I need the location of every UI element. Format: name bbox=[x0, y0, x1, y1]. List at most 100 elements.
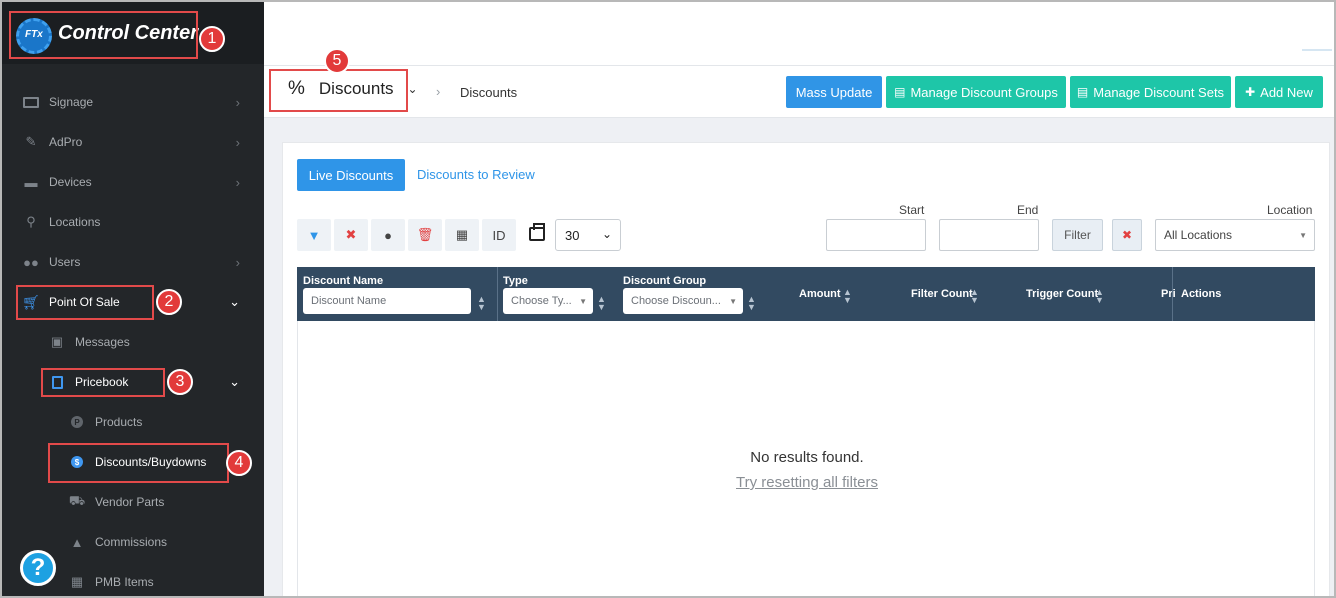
sidebar-item-label: AdPro bbox=[49, 135, 83, 149]
annotation-badge-3: 3 bbox=[167, 369, 193, 395]
discount-name-filter-input[interactable]: Discount Name bbox=[303, 288, 471, 314]
sort-icon[interactable]: ▲ ▼ bbox=[970, 288, 979, 305]
manage-discount-groups-button[interactable]: ▤ Manage Discount Groups bbox=[886, 76, 1066, 108]
sidebar-item-products[interactable]: P Products bbox=[2, 402, 264, 442]
add-new-button[interactable]: ✚ Add New bbox=[1235, 76, 1323, 108]
chevron-right-icon: › bbox=[235, 94, 240, 110]
help-button[interactable]: ? bbox=[20, 550, 56, 586]
page-size-select[interactable]: 30 ⌄ bbox=[555, 219, 621, 251]
chevron-down-icon: ⌄ bbox=[229, 294, 240, 309]
sidebar-item-label: Point Of Sale bbox=[49, 295, 120, 309]
manage-discount-groups-label: Manage Discount Groups bbox=[910, 84, 1058, 100]
caret-down-icon: ▼ bbox=[579, 297, 587, 306]
sort-icon[interactable]: ▲ ▼ bbox=[747, 295, 756, 312]
sidebar-item-label: Pricebook bbox=[75, 375, 129, 389]
end-date-input[interactable] bbox=[939, 219, 1039, 251]
logo-gear-icon: FTx bbox=[16, 18, 52, 54]
type-filter-value: Choose Ty... bbox=[511, 295, 572, 307]
sidebar-item-vendor-parts[interactable]: ⛟ Vendor Parts bbox=[2, 482, 264, 522]
users-icon: ●● bbox=[23, 254, 39, 270]
sidebar-item-label: Locations bbox=[49, 215, 101, 229]
page-header: % Discounts ⌄ › Discounts Mass Update ▤ … bbox=[264, 66, 1334, 118]
sidebar: FTx Control Center Signage › ✎ AdPro › ▬… bbox=[2, 2, 264, 596]
end-label: End bbox=[1017, 203, 1039, 217]
sidebar-item-messages[interactable]: ▣ Messages bbox=[2, 322, 264, 362]
print-icon[interactable] bbox=[529, 223, 545, 241]
page-size-value: 30 bbox=[565, 227, 580, 243]
sidebar-item-label: Products bbox=[95, 415, 143, 429]
location-select-value: All Locations bbox=[1164, 228, 1233, 242]
sidebar-item-users[interactable]: ●● Users › bbox=[2, 242, 264, 282]
add-new-label: Add New bbox=[1260, 84, 1313, 100]
filter-icon[interactable]: ▼ bbox=[297, 219, 331, 251]
clear-date-button[interactable]: ✖ bbox=[1112, 219, 1142, 251]
sidebar-item-adpro[interactable]: ✎ AdPro › bbox=[2, 122, 264, 162]
chevron-right-icon: › bbox=[235, 134, 240, 150]
location-label: Location bbox=[1267, 203, 1313, 217]
sidebar-item-point-of-sale[interactable]: 🛒︎ Point Of Sale ⌄ bbox=[2, 282, 264, 322]
chevron-down-icon: ⌄ bbox=[407, 82, 418, 96]
sort-icon[interactable]: ▲ ▼ bbox=[477, 295, 486, 312]
breadcrumb-separator-icon: › bbox=[436, 84, 441, 99]
list-icon: ▤ bbox=[894, 85, 906, 99]
start-label: Start bbox=[899, 203, 925, 217]
tab-live-discounts[interactable]: Live Discounts bbox=[297, 159, 405, 191]
sort-icon[interactable]: ▲ ▼ bbox=[1095, 288, 1104, 305]
filter-button[interactable]: Filter bbox=[1052, 219, 1103, 251]
brush-icon: ✎ bbox=[25, 134, 37, 149]
cart-icon: 🛒︎ bbox=[22, 293, 40, 310]
sidebar-item-discounts-buydowns[interactable]: $ Discounts/Buydowns bbox=[2, 442, 264, 482]
sidebar-item-devices[interactable]: ▬ Devices › bbox=[2, 162, 264, 202]
sort-icon[interactable]: ▲ ▼ bbox=[597, 295, 606, 312]
column-header-filter-count[interactable]: Filter Count bbox=[911, 288, 973, 300]
vendor-icon: ⛟ bbox=[68, 493, 86, 508]
list-icon: ▤ bbox=[1076, 85, 1089, 99]
sidebar-item-label: Devices bbox=[49, 175, 92, 189]
user-icon[interactable]: ● bbox=[371, 219, 405, 251]
sidebar-item-label: Vendor Parts bbox=[95, 495, 165, 509]
column-header-trigger-count[interactable]: Trigger Count bbox=[1026, 288, 1098, 300]
table-header: Discount Name Discount Name ▲ ▼ Type Choo… bbox=[297, 267, 1315, 321]
chevron-right-icon: › bbox=[235, 254, 240, 270]
main-content: % Discounts ⌄ › Discounts Mass Update ▤ … bbox=[264, 2, 1334, 598]
trash-icon[interactable]: 🗑︎ bbox=[408, 219, 442, 251]
column-header-truncated[interactable]: Pri bbox=[1161, 288, 1176, 300]
manage-discount-sets-button[interactable]: ▤ Manage Discount Sets bbox=[1070, 76, 1231, 108]
calendar-icon[interactable]: ▦ bbox=[445, 219, 479, 251]
start-date-input[interactable] bbox=[826, 219, 926, 251]
sidebar-item-label: Discounts/Buydowns bbox=[95, 455, 207, 469]
sidebar-item-label: PMB Items bbox=[95, 575, 154, 589]
chevron-down-icon: ⌄ bbox=[601, 227, 612, 241]
tab-discounts-to-review[interactable]: Discounts to Review bbox=[417, 167, 535, 182]
page-title-text: Discounts bbox=[318, 79, 394, 98]
sort-icon[interactable]: ▲ ▼ bbox=[843, 288, 852, 305]
app-title: Control Center bbox=[58, 22, 198, 44]
type-filter-select[interactable]: Choose Ty... ▼ bbox=[503, 288, 593, 314]
discounts-card: Live Discounts Discounts to Review ▼ ✖ ●… bbox=[282, 142, 1330, 598]
column-header-type: Type bbox=[503, 275, 528, 287]
column-header-discount-name: Discount Name bbox=[303, 275, 384, 287]
reset-filters-link[interactable]: Try resetting all filters bbox=[298, 474, 1316, 491]
discount-group-filter-select[interactable]: Choose Discoun... ▼ bbox=[623, 288, 743, 314]
chevron-down-icon: ⌄ bbox=[229, 374, 240, 389]
sidebar-item-locations[interactable]: ⚲ Locations bbox=[2, 202, 264, 242]
breadcrumb[interactable]: Discounts bbox=[460, 85, 517, 100]
mass-update-button[interactable]: Mass Update bbox=[786, 76, 882, 108]
column-header-amount[interactable]: Amount bbox=[799, 288, 841, 300]
logo[interactable]: FTx Control Center bbox=[2, 2, 264, 64]
location-pin-icon: ⚲ bbox=[26, 214, 36, 229]
clear-filters-icon[interactable]: ✖ bbox=[334, 219, 368, 251]
id-button[interactable]: ID bbox=[482, 219, 516, 251]
annotation-badge-2: 2 bbox=[156, 289, 182, 315]
sidebar-item-label: Users bbox=[49, 255, 81, 269]
discount-icon: $ bbox=[68, 455, 86, 469]
device-icon: ▬ bbox=[24, 174, 38, 190]
plus-icon: ✚ bbox=[1245, 85, 1256, 99]
empty-state-message: No results found. bbox=[750, 449, 864, 466]
location-select[interactable]: All Locations ▼ bbox=[1155, 219, 1315, 251]
page-title[interactable]: % Discounts ⌄ bbox=[288, 78, 418, 100]
calculator-icon bbox=[48, 375, 66, 389]
sidebar-item-signage[interactable]: Signage › bbox=[2, 82, 264, 122]
sidebar-item-pricebook[interactable]: Pricebook ⌄ bbox=[2, 362, 264, 402]
product-icon: P bbox=[68, 415, 86, 429]
